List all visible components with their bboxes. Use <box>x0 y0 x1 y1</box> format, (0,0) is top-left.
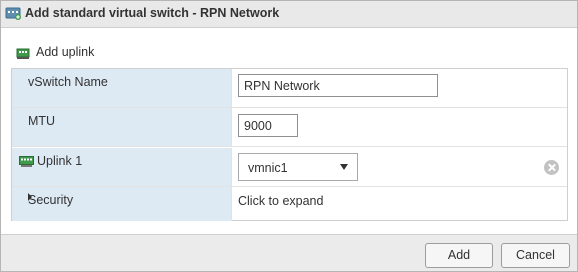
dialog-titlebar: Add standard virtual switch - RPN Networ… <box>1 1 577 28</box>
add-button[interactable]: Add <box>425 243 493 268</box>
add-virtual-switch-dialog: Add standard virtual switch - RPN Networ… <box>0 0 578 272</box>
add-uplink-button[interactable]: Add uplink <box>16 44 94 60</box>
mtu-label: MTU <box>28 114 56 128</box>
virtual-switch-icon <box>5 7 21 20</box>
chevron-down-icon <box>340 164 348 170</box>
dialog-title: Add standard virtual switch - RPN Networ… <box>25 6 280 20</box>
security-row[interactable]: Security Click to expand <box>12 187 567 221</box>
dialog-footer: Add Cancel <box>1 234 577 271</box>
cancel-button[interactable]: Cancel <box>501 243 570 268</box>
vswitch-name-label: vSwitch Name <box>28 75 108 89</box>
mtu-label-cell: MTU <box>12 108 232 146</box>
vswitch-name-label-cell: vSwitch Name <box>12 69 232 107</box>
remove-uplink-icon[interactable] <box>544 160 559 175</box>
uplink-1-label: Uplink 1 <box>37 154 83 168</box>
mtu-row: MTU <box>12 108 567 147</box>
uplink-1-label-cell: Uplink 1 <box>12 148 232 186</box>
add-uplink-label: Add uplink <box>36 45 95 59</box>
vswitch-name-input[interactable] <box>238 74 438 97</box>
security-label: Security <box>28 193 74 207</box>
security-expand-text[interactable]: Click to expand <box>238 194 323 208</box>
switch-settings-form: vSwitch Name MTU Uplink 1 <box>11 68 568 221</box>
network-adapter-icon <box>19 156 34 167</box>
security-label-cell: Security <box>12 187 232 221</box>
uplink-1-select[interactable]: vmnic1 <box>238 153 358 181</box>
mtu-input[interactable] <box>238 114 298 137</box>
uplink-1-row: Uplink 1 vmnic1 <box>12 148 567 187</box>
uplink-1-selected-value: vmnic1 <box>248 161 288 175</box>
vswitch-name-row: vSwitch Name <box>12 69 567 108</box>
add-uplink-icon <box>16 48 30 59</box>
